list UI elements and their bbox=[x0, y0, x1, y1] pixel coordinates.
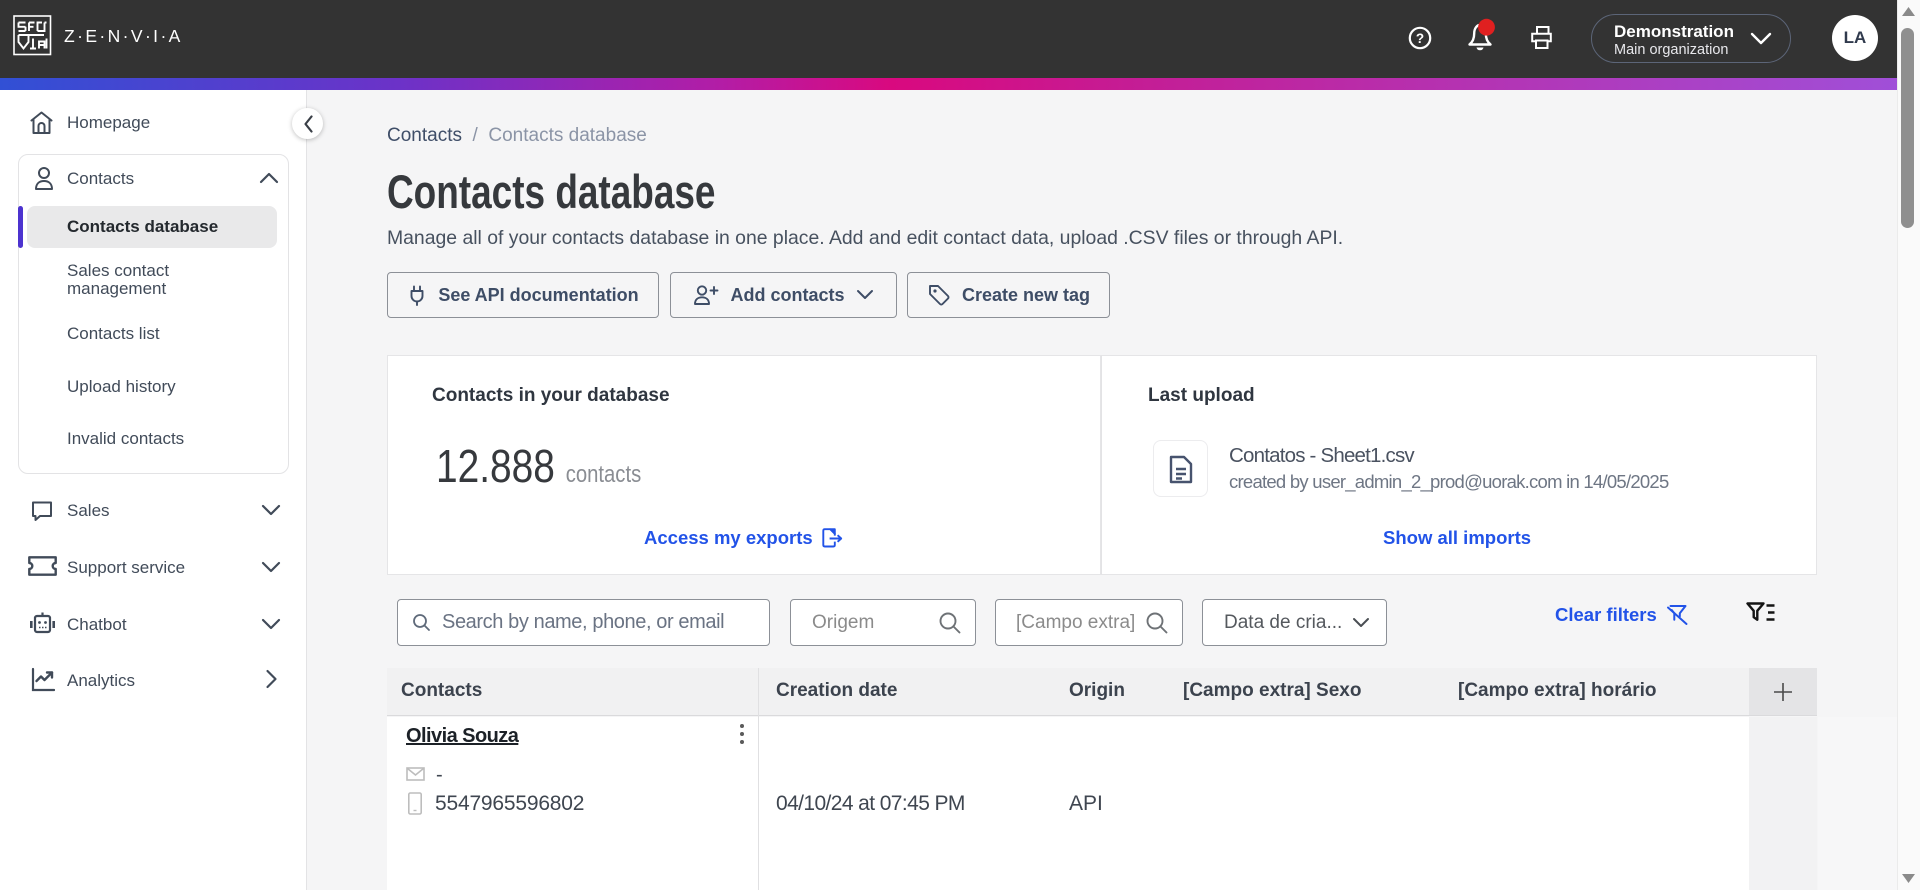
svg-text:?: ? bbox=[1416, 31, 1424, 46]
